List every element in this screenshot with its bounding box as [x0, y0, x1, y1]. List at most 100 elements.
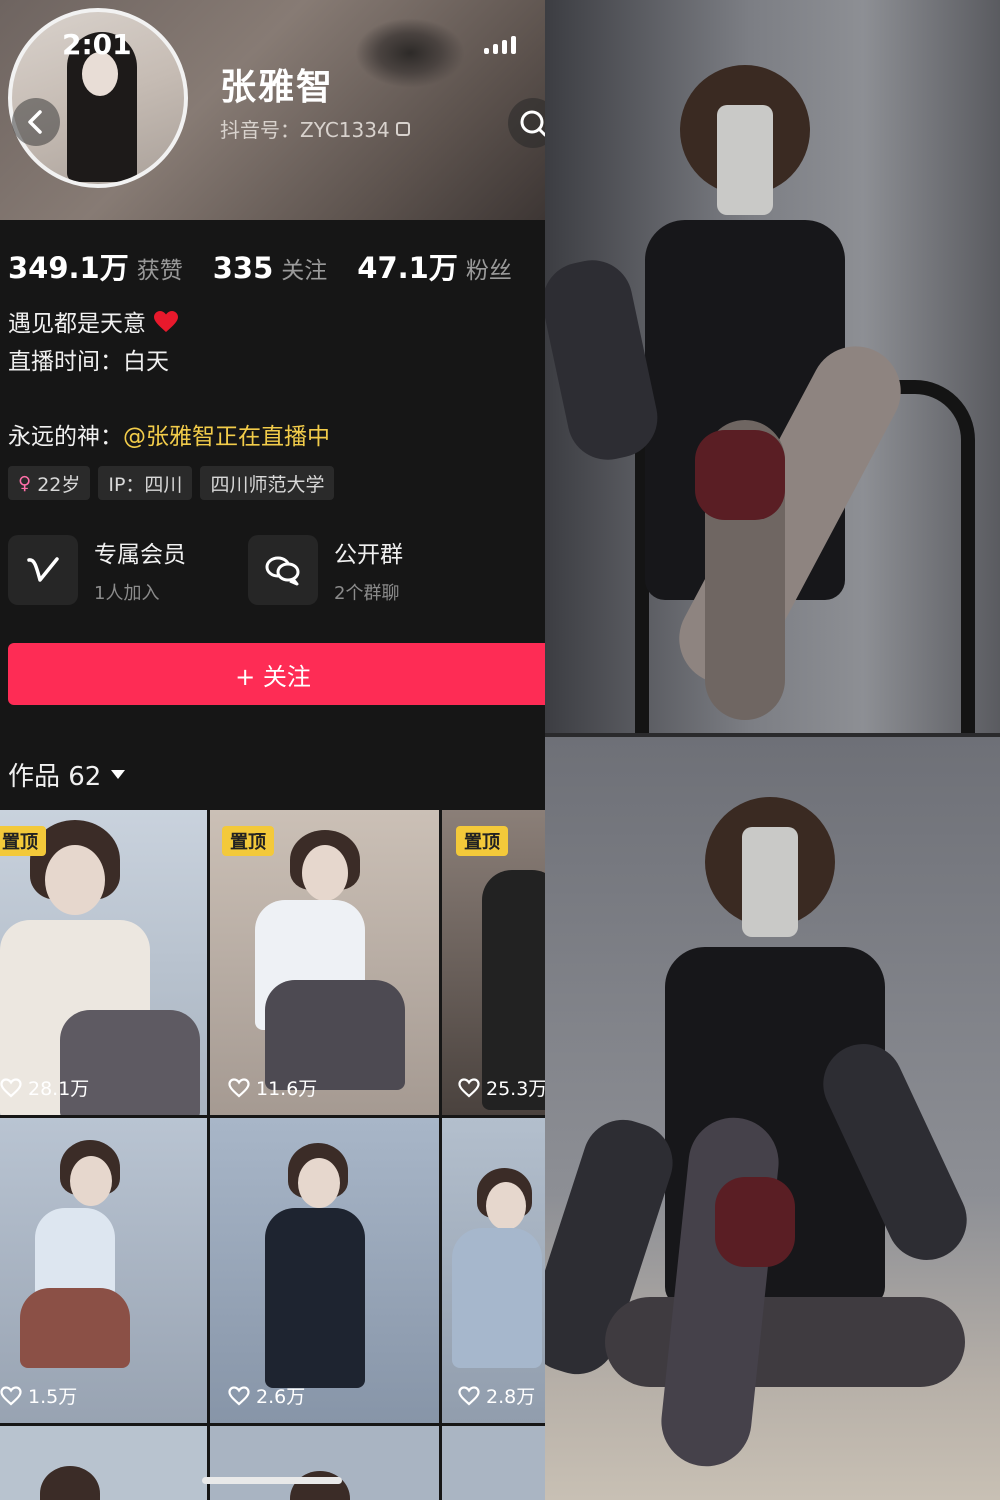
female-icon: ♀ [18, 472, 32, 494]
v-member-icon [8, 535, 78, 605]
group-entry[interactable]: 公开群 2个群聊 [248, 535, 403, 605]
follow-label: + 关注 [235, 662, 311, 691]
pinned-badge: 置顶 [0, 826, 46, 856]
video-thumbnail[interactable] [0, 1426, 207, 1500]
signal-icon [484, 36, 516, 54]
photo-lace [715, 1177, 795, 1267]
heart-outline-icon [458, 1077, 480, 1097]
thumb-hair [40, 1466, 100, 1500]
bio-mention-line: 永远的神：@张雅智正在直播中 [8, 417, 330, 451]
stat-likes: 349.1万 获赞 [8, 245, 183, 287]
member-entry[interactable]: 专属会员 1人加入 [8, 535, 186, 605]
like-count-text: 11.6万 [256, 1078, 318, 1100]
chevron-left-icon [28, 110, 42, 134]
heart-outline-icon [228, 1077, 250, 1097]
video-thumbnail[interactable] [210, 1426, 439, 1500]
works-title-text: 作品 62 [8, 762, 102, 792]
pinned-badge: 置顶 [222, 826, 274, 856]
entry-subtitle: 1人加入 [94, 583, 160, 604]
stat-value: 349.1万 [8, 251, 129, 285]
back-button[interactable] [12, 98, 60, 146]
dropdown-triangle-icon [111, 770, 126, 779]
thumb-face [302, 845, 348, 901]
like-count: 2.8万 [458, 1382, 535, 1409]
like-count: 2.6万 [228, 1382, 305, 1409]
thumb-face [486, 1182, 526, 1230]
video-thumbnail[interactable]: 1.5万 [0, 1118, 207, 1423]
stat-followers[interactable]: 47.1万 粉丝 [357, 245, 512, 287]
video-thumbnail[interactable]: 置顶 28.1万 [0, 810, 207, 1115]
heart-outline-icon [0, 1385, 22, 1405]
ip-tag: IP：四川 [98, 466, 193, 500]
thumb-figure [35, 1208, 115, 1298]
video-thumbnail[interactable]: 2.8万 [442, 1118, 545, 1423]
bio: 遇见都是天意 直播时间：白天 [8, 305, 179, 381]
video-thumbnail[interactable]: 置顶 25.3万 [442, 810, 545, 1115]
stat-following[interactable]: 335 关注 [213, 251, 328, 285]
home-indicator [202, 1477, 342, 1484]
red-heart-icon [154, 311, 179, 332]
like-count-text: 2.6万 [256, 1386, 306, 1408]
like-count-text: 1.5万 [28, 1386, 78, 1408]
like-count: 1.5万 [0, 1382, 77, 1409]
thumb-figure [20, 1288, 130, 1368]
heart-outline-icon [458, 1385, 480, 1405]
stat-label: 关注 [281, 258, 328, 284]
thumb-face [298, 1158, 340, 1208]
stat-value: 47.1万 [357, 251, 458, 285]
like-count-text: 28.1万 [28, 1078, 90, 1100]
bio-text: 遇见都是天意 [8, 311, 146, 337]
entry-subtitle: 2个群聊 [334, 583, 400, 604]
douyin-id-text: 抖音号：ZYC1334 [220, 118, 390, 142]
thumb-face [45, 845, 105, 915]
profile-screen: 2:01 张雅智 抖音号：ZYC1334 349.1万 获赞 335 关注 47… [0, 0, 545, 1500]
video-thumbnail[interactable]: 2.6万 [210, 1118, 439, 1423]
school-tag[interactable]: 四川师范大学 [200, 466, 335, 500]
works-grid: 置顶 28.1万 置顶 11.6万 置顶 25.3万 1.5万 2.6万 2.8… [0, 810, 545, 1500]
video-thumbnail[interactable] [442, 1426, 545, 1500]
live-time: 直播时间：白天 [8, 349, 169, 375]
bio-mention-prefix: 永远的神： [8, 424, 123, 450]
like-count-text: 25.3万 [486, 1078, 545, 1100]
photo-lace [695, 430, 785, 520]
copy-icon[interactable] [395, 121, 410, 136]
photo-column [545, 0, 1000, 1500]
entry-title: 专属会员 [94, 542, 186, 568]
entry-title: 公开群 [334, 542, 403, 568]
stat-value: 335 [212, 251, 274, 285]
photo-1 [545, 0, 1000, 733]
age-text: 22岁 [37, 473, 81, 496]
pinned-badge: 置顶 [456, 826, 508, 856]
thumb-figure [452, 1228, 542, 1368]
heart-outline-icon [0, 1077, 22, 1097]
heart-outline-icon [228, 1385, 250, 1405]
thumb-face [70, 1156, 112, 1206]
photo-2 [545, 737, 1000, 1500]
thumb-figure [265, 1208, 365, 1388]
thumb-hair [290, 1471, 350, 1500]
stat-label: 获赞 [136, 258, 183, 284]
profile-tags: ♀ 22岁 IP：四川 四川师范大学 [8, 466, 335, 500]
photo-phone [742, 827, 798, 937]
like-count: 25.3万 [458, 1074, 545, 1101]
video-thumbnail[interactable]: 置顶 11.6万 [210, 810, 439, 1115]
banner-image-detail [355, 18, 465, 88]
photo-phone [717, 105, 773, 215]
works-tab[interactable]: 作品 62 [8, 756, 126, 793]
follow-button[interactable]: + 关注 [8, 643, 545, 705]
profile-stats: 349.1万 获赞 335 关注 47.1万 粉丝 [8, 245, 542, 287]
mention-link[interactable]: @张雅智正在直播中 [123, 424, 330, 450]
stat-label: 粉丝 [465, 258, 512, 284]
profile-name: 张雅智 [220, 67, 335, 108]
like-count: 11.6万 [228, 1074, 317, 1101]
photo-leg [605, 1297, 965, 1387]
search-button[interactable] [508, 98, 545, 148]
like-count: 28.1万 [0, 1074, 89, 1101]
group-chat-icon [248, 535, 318, 605]
douyin-id[interactable]: 抖音号：ZYC1334 [220, 114, 410, 143]
like-count-text: 2.8万 [486, 1386, 536, 1408]
age-tag: ♀ 22岁 [8, 466, 91, 500]
search-icon [520, 110, 545, 137]
status-time: 2:01 [62, 28, 132, 61]
profile-entries: 专属会员 1人加入 公开群 2个群聊 [8, 535, 538, 607]
